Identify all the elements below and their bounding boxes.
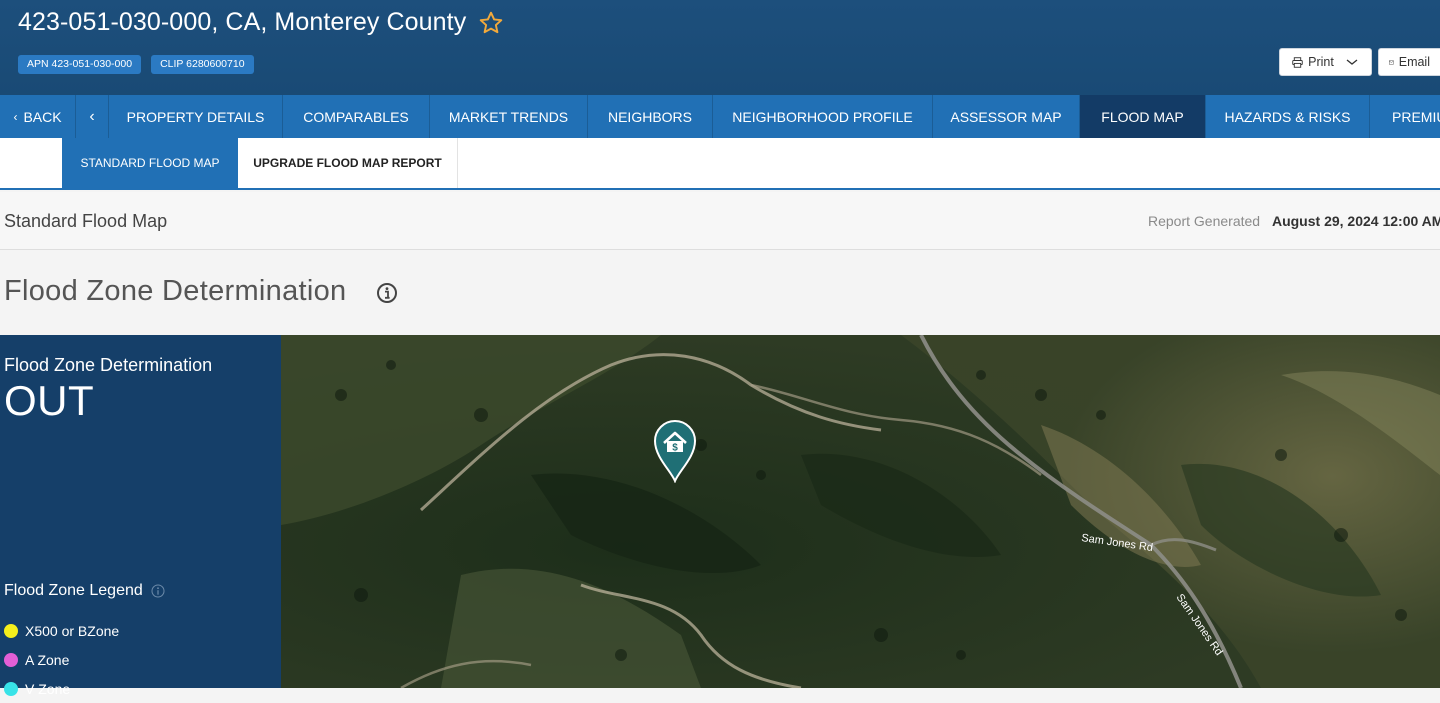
tab-property-details[interactable]: PROPERTY DETAILS (109, 95, 283, 138)
chevron-left-icon: ‹ (89, 107, 95, 125)
print-button[interactable]: Print (1279, 48, 1372, 76)
determination-value: OUT (4, 377, 95, 424)
header-actions: Print Email (1279, 48, 1440, 76)
report-generated-date: August 29, 2024 12:00 AM (1271, 213, 1440, 229)
legend-item: A Zone (4, 645, 119, 674)
chevron-down-icon (1346, 59, 1358, 65)
legend-label: X500 or BZone (25, 622, 120, 639)
clip-badge: CLIP 6280600710 (151, 55, 254, 74)
legend-dot-v-zone (4, 681, 18, 696)
email-button[interactable]: Email (1378, 48, 1440, 76)
legend-title-text: Flood Zone Legend (4, 582, 143, 599)
legend-title: Flood Zone Legend (4, 582, 165, 600)
title-row: 423-051-030-000, CA, Monterey County (18, 8, 504, 37)
svg-text:$: $ (672, 443, 678, 454)
report-bar: Standard Flood Map Report Generated Augu… (0, 192, 1440, 250)
subtab-standard-flood-map[interactable]: STANDARD FLOOD MAP (62, 138, 238, 188)
tab-market-trends[interactable]: MARKET TRENDS (430, 95, 588, 138)
legend-info-icon[interactable] (151, 584, 165, 598)
report-generated-label: Report Generated (1148, 213, 1261, 229)
back-chevron-icon: ‹ (13, 109, 18, 124)
legend-dot-x500 (4, 623, 18, 638)
email-label: Email (1398, 55, 1430, 69)
tab-assessor-map[interactable]: ASSESSOR MAP (933, 95, 1080, 138)
legend-item: V Zone (4, 674, 119, 703)
tab-hazards-risks[interactable]: HAZARDS & RISKS (1206, 95, 1370, 138)
back-button[interactable]: ‹ BACK (0, 95, 76, 138)
id-badges: APN 423-051-030-000 CLIP 6280600710 (18, 55, 254, 74)
legend-item: X500 or BZone (4, 616, 119, 645)
info-icon[interactable] (376, 282, 398, 304)
flood-zone-panel: Flood Zone Determination OUT Flood Zone … (0, 335, 281, 697)
printer-icon (1292, 56, 1303, 68)
favorite-star-icon[interactable] (478, 10, 504, 36)
determination-label: Flood Zone Determination (4, 355, 213, 375)
property-title: 423-051-030-000, CA, Monterey County (18, 8, 467, 36)
flood-subtabs: STANDARD FLOOD MAP UPGRADE FLOOD MAP REP… (0, 138, 1440, 190)
nav-scroll-left-button[interactable]: ‹ (76, 95, 109, 138)
legend-dot-a-zone (4, 652, 18, 667)
back-label: BACK (23, 108, 62, 125)
legend-label: V Zone (25, 680, 71, 697)
page-header: 423-051-030-000, CA, Monterey County APN… (0, 0, 1440, 95)
satellite-imagery: Sam Jones Rd Sam Jones Rd (281, 335, 1440, 688)
satellite-map[interactable]: Sam Jones Rd Sam Jones Rd $ (281, 335, 1440, 688)
main-nav: ‹ BACK ‹ PROPERTY DETAILS COMPARABLES MA… (0, 95, 1440, 138)
section-header: Flood Zone Determination (0, 251, 1440, 335)
apn-badge: APN 423-051-030-000 (18, 55, 142, 74)
tab-comparables[interactable]: COMPARABLES (283, 95, 430, 138)
report-generated: Report Generated August 29, 2024 12:00 A… (1148, 213, 1440, 229)
tab-premium[interactable]: PREMIU (1370, 95, 1440, 138)
legend-list: X500 or BZone A Zone V Zone (4, 616, 119, 703)
tab-neighbors[interactable]: NEIGHBORS (588, 95, 713, 138)
legend-label: A Zone (25, 651, 70, 668)
home-dollar-icon[interactable]: $ (651, 417, 699, 483)
envelope-icon (1389, 60, 1394, 64)
tab-neighborhood-profile[interactable]: NEIGHBORHOOD PROFILE (713, 95, 933, 138)
subtab-upgrade-flood-map-report[interactable]: UPGRADE FLOOD MAP REPORT (238, 138, 458, 188)
report-title: Standard Flood Map (4, 211, 168, 231)
tab-flood-map[interactable]: FLOOD MAP (1080, 95, 1206, 138)
print-label: Print (1308, 55, 1334, 69)
section-title: Flood Zone Determination (4, 275, 347, 307)
